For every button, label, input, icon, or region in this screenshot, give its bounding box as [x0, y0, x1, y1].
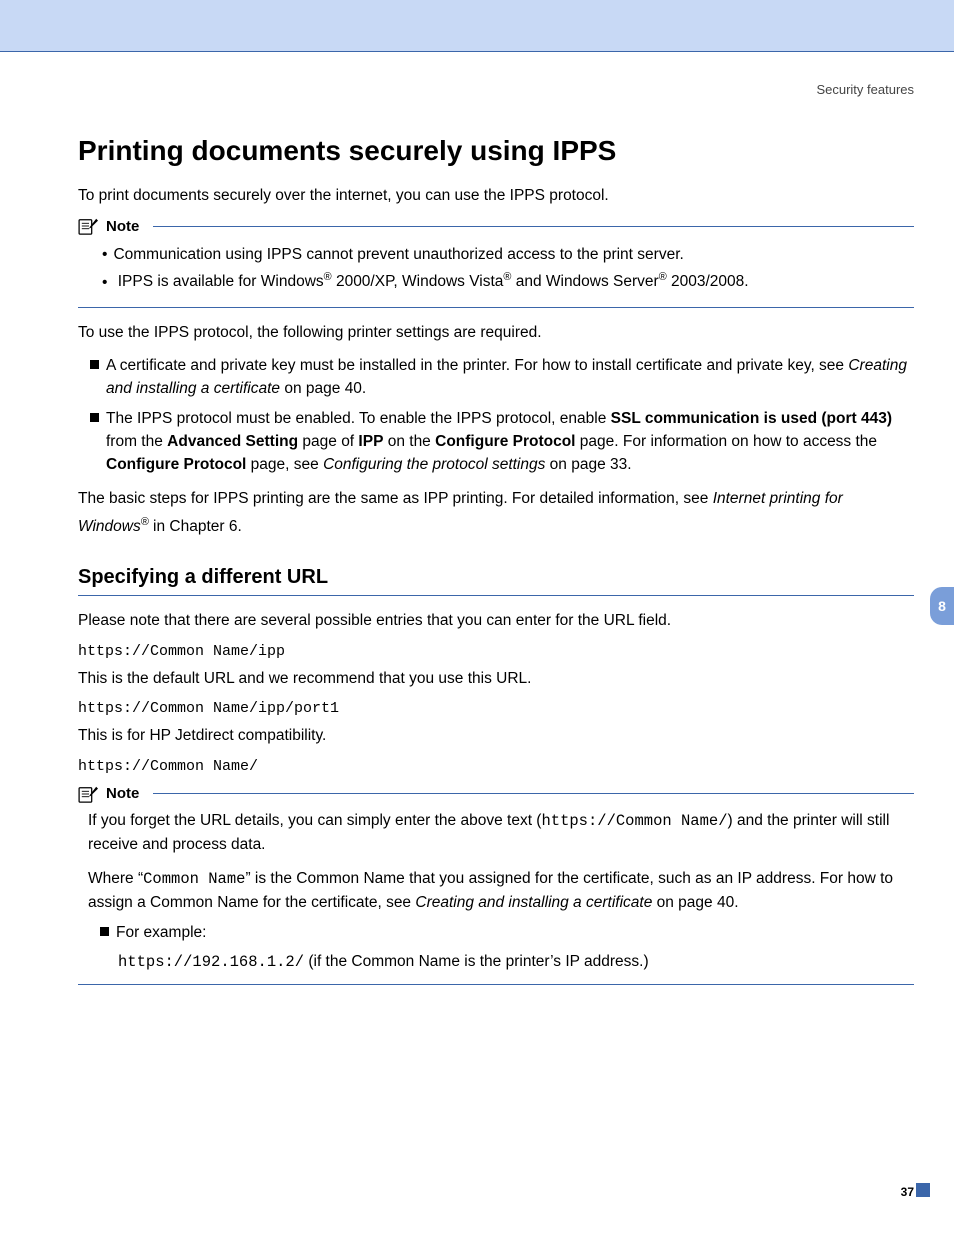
note-rule: [153, 793, 914, 794]
requirements-list: A certificate and private key must be in…: [78, 354, 914, 476]
list-item: For example:: [100, 921, 904, 944]
page-content: Security features Printing documents sec…: [0, 52, 954, 985]
page-title: Printing documents securely using IPPS: [78, 135, 914, 167]
note-paragraph: Where “Common Name” is the Common Name t…: [88, 867, 904, 915]
requirements-intro: To use the IPPS protocol, the following …: [78, 322, 914, 344]
note-block: Note If you forget the URL details, you …: [78, 785, 914, 985]
note-paragraph: If you forget the URL details, you can s…: [88, 809, 904, 857]
subheading: Specifying a different URL: [78, 566, 914, 596]
basic-steps-text: The basic steps for IPPS printing are th…: [78, 486, 914, 540]
note-pencil-icon: [78, 217, 100, 235]
url-code: https://Common Name/: [78, 758, 914, 775]
example-line: https://192.168.1.2/ (if the Common Name…: [118, 950, 904, 974]
note-label: Note: [106, 785, 139, 802]
url-desc: This is the default URL and we recommend…: [78, 668, 914, 690]
page-number: 37: [901, 1185, 914, 1199]
note-pencil-icon: [78, 785, 100, 803]
url-desc: This is for HP Jetdirect compatibility.: [78, 725, 914, 747]
url-code: https://Common Name/ipp/port1: [78, 700, 914, 717]
note-header: Note: [78, 217, 914, 235]
note-item: Communication using IPPS cannot prevent …: [102, 243, 904, 267]
xref-link[interactable]: Creating and installing a certificate: [415, 894, 652, 911]
note-block: Note Communication using IPPS cannot pre…: [78, 217, 914, 307]
section-header: Security features: [78, 82, 914, 97]
note-rule: [153, 226, 914, 227]
intro-text: To print documents securely over the int…: [78, 185, 914, 207]
url-code: https://Common Name/ipp: [78, 643, 914, 660]
note-label: Note: [106, 218, 139, 235]
top-banner: [0, 0, 954, 52]
url-intro: Please note that there are several possi…: [78, 610, 914, 632]
list-item: A certificate and private key must be in…: [90, 354, 914, 401]
list-item: The IPPS protocol must be enabled. To en…: [90, 407, 914, 477]
note-body: If you forget the URL details, you can s…: [78, 803, 914, 985]
xref-link[interactable]: Configuring the protocol settings: [323, 456, 545, 473]
note-item: IPPS is available for Windows® 2000/XP, …: [102, 269, 904, 294]
page-number-accent: [916, 1183, 930, 1197]
chapter-tab[interactable]: 8: [930, 587, 954, 625]
note-header: Note: [78, 785, 914, 803]
note-body: Communication using IPPS cannot prevent …: [78, 235, 914, 307]
